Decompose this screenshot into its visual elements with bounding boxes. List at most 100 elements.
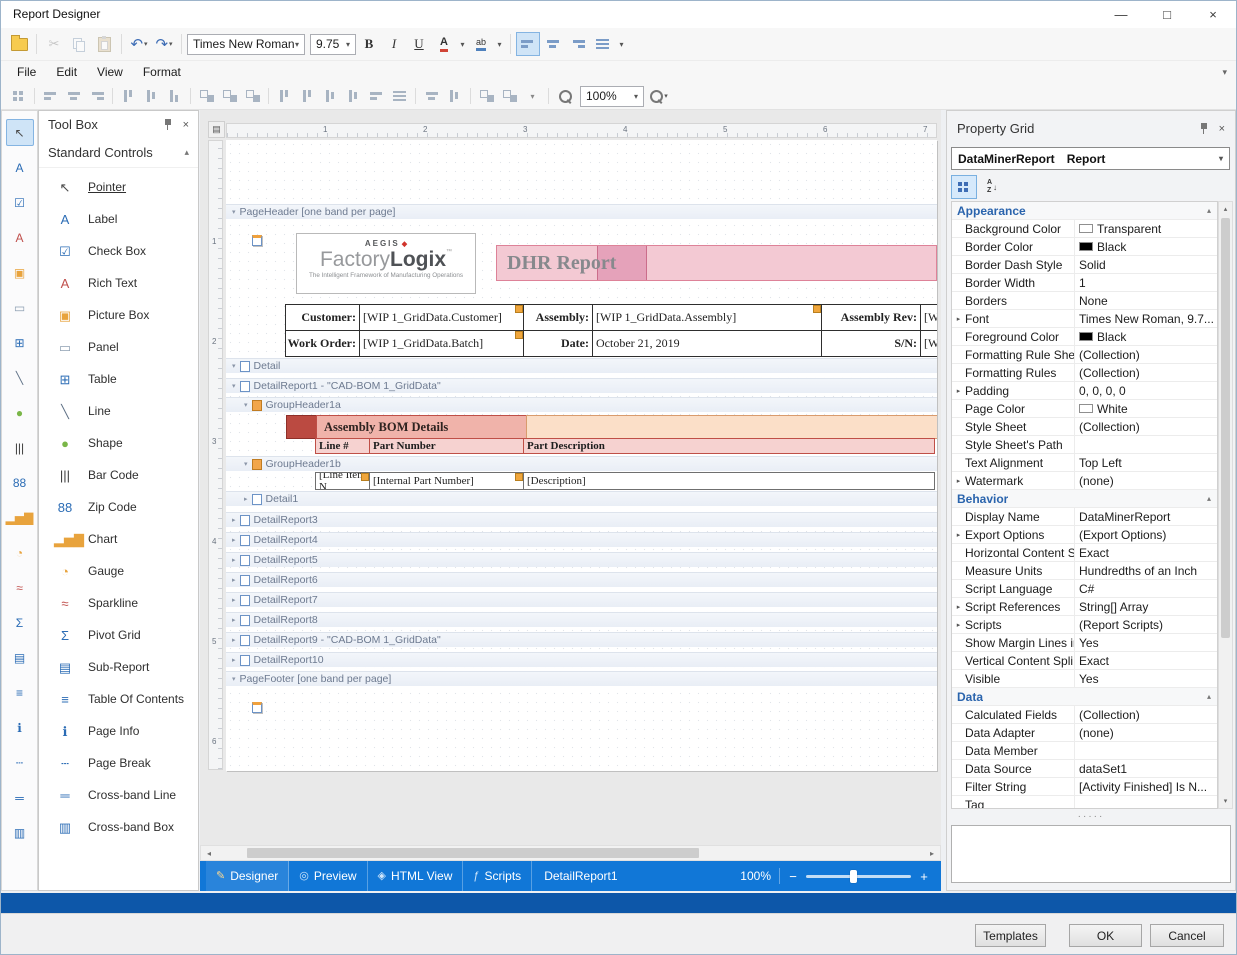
- property-value[interactable]: (Collection): [1074, 706, 1217, 723]
- band-detailreport9[interactable]: ▸ DetailReport9 - "CAD-BOM 1_GridData": [226, 632, 937, 647]
- header-table-cell[interactable]: Assembly:: [523, 304, 593, 331]
- align-top-edges-icon[interactable]: [117, 85, 140, 107]
- band-detailreport8[interactable]: ▸ DetailReport8: [226, 612, 937, 627]
- bom-column-header-cell[interactable]: Line #: [315, 438, 370, 454]
- close-button[interactable]: ×: [1190, 0, 1236, 28]
- property-value[interactable]: dataSet1: [1074, 760, 1217, 777]
- band-collapse-icon[interactable]: ▸: [244, 495, 248, 503]
- align-left-button[interactable]: [516, 32, 540, 56]
- align-center-button[interactable]: [541, 32, 565, 56]
- band-collapse-icon[interactable]: ▸: [232, 656, 236, 664]
- bold-button[interactable]: B: [357, 32, 381, 56]
- toolbox-item-pointer[interactable]: ↖ Pointer: [39, 171, 198, 203]
- separator[interactable]: [411, 85, 420, 107]
- header-table-cell[interactable]: Work Order:: [285, 330, 360, 357]
- toolbox-item-shape[interactable]: ● Shape: [39, 427, 198, 459]
- header-table-cell[interactable]: Assembly Rev:: [821, 304, 921, 331]
- property-value[interactable]: 1: [1074, 274, 1217, 291]
- property-value[interactable]: Top Left: [1074, 454, 1217, 471]
- zoom-in-button[interactable]: +: [919, 869, 929, 884]
- align-right-edges-icon[interactable]: [85, 85, 108, 107]
- property-value[interactable]: Hundredths of an Inch: [1074, 562, 1217, 579]
- property-value[interactable]: [1074, 742, 1217, 759]
- cancel-button[interactable]: Cancel: [1150, 924, 1224, 947]
- separator[interactable]: [264, 85, 273, 107]
- align-left-edges-icon[interactable]: [39, 85, 62, 107]
- header-table-cell[interactable]: Customer:: [285, 304, 360, 331]
- toolbox-item-table-of-contents[interactable]: ≡ Table Of Contents: [39, 683, 198, 715]
- property-row[interactable]: Appearance ▴: [952, 202, 1217, 220]
- property-row[interactable]: Foreground Color Black: [952, 328, 1217, 346]
- toolbox-item-page-break[interactable]: ┄ Page Break: [39, 747, 198, 779]
- font-color-button[interactable]: A: [432, 32, 456, 56]
- band-collapse-icon[interactable]: ▸: [232, 536, 236, 544]
- expand-icon[interactable]: ▸: [952, 621, 965, 629]
- band-groupheader1a[interactable]: ▾ GroupHeader1a: [226, 397, 937, 412]
- property-value[interactable]: White: [1074, 400, 1217, 417]
- property-row[interactable]: Border Dash Style Solid: [952, 256, 1217, 274]
- property-row[interactable]: Border Width 1: [952, 274, 1217, 292]
- toolbox-item-gauge[interactable]: ◔ Gauge: [39, 555, 198, 587]
- property-value[interactable]: (none): [1074, 724, 1217, 741]
- property-row[interactable]: Visible Yes: [952, 670, 1217, 688]
- decrease-horizontal-spacing-icon[interactable]: [319, 85, 342, 107]
- send-to-back-icon[interactable]: [498, 85, 521, 107]
- band-detailreport10[interactable]: ▸ DetailReport10: [226, 652, 937, 667]
- property-value[interactable]: (Collection): [1074, 418, 1217, 435]
- bring-to-front-icon[interactable]: [475, 85, 498, 107]
- property-value[interactable]: String[] Array: [1074, 598, 1217, 615]
- bom-title-cell[interactable]: Assembly BOM Details: [316, 415, 527, 439]
- toolbox-item-cross-band-line[interactable]: ═: [6, 784, 34, 811]
- cut-button[interactable]: ✂: [42, 32, 66, 56]
- band-collapse-icon[interactable]: ▸: [232, 616, 236, 624]
- align-justify-button[interactable]: [591, 32, 615, 56]
- align-horizontal-centers-icon[interactable]: [62, 85, 85, 107]
- separator[interactable]: [544, 85, 553, 107]
- property-row[interactable]: Show Margin Lines ir Yes: [952, 634, 1217, 652]
- toolbox-item-chart[interactable]: ▂▅▇: [6, 504, 34, 531]
- make-same-height-icon[interactable]: [241, 85, 264, 107]
- order-dropdown[interactable]: ▾: [521, 85, 544, 107]
- zoom-out-button[interactable]: −: [788, 869, 798, 884]
- property-value[interactable]: (Collection): [1074, 364, 1217, 381]
- scrollbar-thumb[interactable]: [1221, 218, 1230, 638]
- band-detail[interactable]: ▾ Detail: [226, 358, 937, 373]
- zoom-out-button[interactable]: [553, 84, 577, 108]
- menu-item-file[interactable]: File: [7, 63, 46, 81]
- highlight-color-dropdown[interactable]: ▾: [494, 32, 505, 56]
- toolbox-item-shape[interactable]: ●: [6, 399, 34, 426]
- expand-icon[interactable]: ▸: [952, 531, 965, 539]
- toolbox-item-table[interactable]: ⊞: [6, 329, 34, 356]
- toolbox-item-page-break[interactable]: ┄: [6, 749, 34, 776]
- underline-button[interactable]: U: [407, 32, 431, 56]
- band-detailreport5[interactable]: ▸ DetailReport5: [226, 552, 937, 567]
- toolbox-item-pivot-grid[interactable]: Σ: [6, 609, 34, 636]
- property-value[interactable]: Black: [1074, 328, 1217, 345]
- bom-corner-cell[interactable]: [286, 415, 317, 439]
- bom-field-cell[interactable]: [Description]: [523, 472, 935, 490]
- scroll-up-icon[interactable]: ▴: [1219, 202, 1232, 216]
- undo-button[interactable]: ↶▾: [127, 32, 151, 56]
- minimize-button[interactable]: —: [1098, 0, 1144, 28]
- redo-button[interactable]: ↷▾: [152, 32, 176, 56]
- property-row[interactable]: Data Adapter (none): [952, 724, 1217, 742]
- band-collapse-icon[interactable]: ▸: [232, 576, 236, 584]
- property-value[interactable]: (Export Options): [1074, 526, 1217, 543]
- property-value[interactable]: Exact: [1074, 544, 1217, 561]
- toolbox-item-picture-box[interactable]: ▣ Picture Box: [39, 299, 198, 331]
- equal-vertical-spacing-icon[interactable]: [365, 85, 388, 107]
- scroll-right-icon[interactable]: ▸: [924, 846, 940, 860]
- highlight-color-button[interactable]: ab: [469, 32, 493, 56]
- scroll-down-icon[interactable]: ▾: [1219, 794, 1232, 808]
- toolbox-item-sparkline[interactable]: ≈ Sparkline: [39, 587, 198, 619]
- close-icon[interactable]: ×: [183, 119, 189, 131]
- maximize-button[interactable]: □: [1144, 0, 1190, 28]
- bom-field-cell[interactable]: [Internal Part Number]: [369, 472, 524, 490]
- property-value[interactable]: Exact: [1074, 652, 1217, 669]
- toolbox-item-table-of-contents[interactable]: ≡: [6, 679, 34, 706]
- band-detailreport6[interactable]: ▸ DetailReport6: [226, 572, 937, 587]
- font-name-select[interactable]: Times New Roman ▾: [187, 34, 305, 55]
- toolbox-item-sub-report[interactable]: ▤: [6, 644, 34, 671]
- open-button[interactable]: [7, 32, 31, 56]
- object-selector[interactable]: DataMinerReport Report ▾: [951, 147, 1230, 170]
